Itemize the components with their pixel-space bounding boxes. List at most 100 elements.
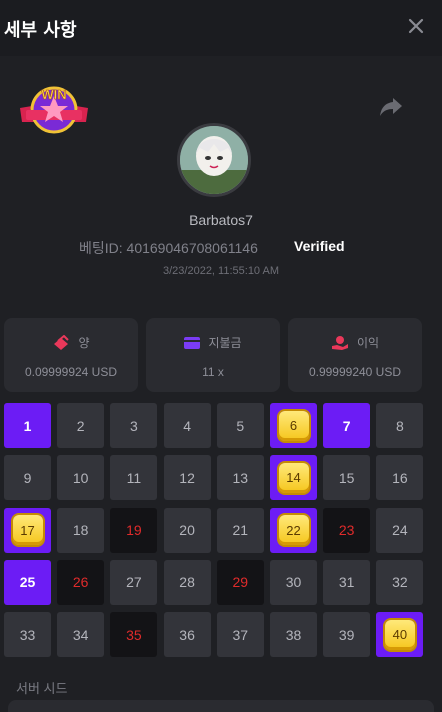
cell-number: 8: [395, 417, 404, 434]
close-icon[interactable]: [404, 14, 428, 38]
cell-number: 15: [338, 469, 355, 486]
keno-cell[interactable]: 33: [4, 612, 51, 658]
modal-title: 세부 사항: [4, 20, 77, 41]
cell-number: 32: [392, 574, 408, 591]
cell-number: 4: [183, 417, 191, 434]
cell-number: 13: [232, 469, 249, 486]
stat-card-payout: 지불금 11 x: [146, 318, 280, 392]
keno-cell[interactable]: 5: [216, 403, 264, 448]
gold-tile-number: 22: [278, 515, 309, 546]
keno-cell[interactable]: 24: [376, 507, 424, 553]
keno-cell[interactable]: 36: [163, 612, 211, 658]
keno-cell[interactable]: 30: [270, 559, 317, 605]
keno-cell[interactable]: 29: [216, 559, 264, 605]
stat-label: 지불금: [208, 336, 242, 350]
keno-cell[interactable]: 13: [216, 455, 264, 501]
keno-cell[interactable]: 7: [323, 403, 371, 448]
cell-number: 3: [129, 417, 138, 434]
cell-number: 18: [72, 522, 89, 539]
cell-number: 29: [232, 574, 249, 591]
keno-cell[interactable]: 27: [110, 559, 158, 605]
cell-number: 26: [72, 574, 89, 591]
keno-cell[interactable]: 38: [270, 612, 317, 658]
cell-number: 16: [392, 469, 408, 486]
stat-card-profit: 이익 0.99999240 USD: [288, 318, 422, 392]
keno-cell[interactable]: 23: [323, 507, 371, 553]
cell-number: 24: [392, 522, 408, 539]
keno-cell[interactable]: 31: [323, 559, 371, 605]
keno-cell[interactable]: 8: [376, 403, 424, 448]
cell-number: 23: [338, 522, 355, 539]
cell-number: 37: [232, 626, 249, 643]
cell-number: 38: [285, 626, 302, 643]
gold-tile-number: 40: [384, 619, 415, 650]
keno-cell[interactable]: 10: [57, 455, 105, 501]
keno-cell[interactable]: 16: [376, 455, 424, 501]
stat-label: 양: [78, 336, 90, 350]
cell-number: 19: [126, 522, 142, 539]
verified-status[interactable]: Verified: [294, 238, 345, 254]
keno-cell[interactable]: 4: [163, 403, 211, 448]
keno-number-grid: 1 2 3 4 5 6 7 8 9 10 11 12 13 14 15 16 17 18 19 20 21 22 23 24 2…: [4, 403, 424, 658]
stat-label: 이익: [356, 336, 380, 350]
keno-cell[interactable]: 14: [270, 455, 317, 501]
cell-number: 11: [126, 469, 142, 486]
keno-cell[interactable]: 1: [4, 403, 51, 448]
cell-number: 36: [179, 626, 195, 643]
cell-number: 1: [23, 417, 32, 434]
keno-cell[interactable]: 3: [110, 403, 158, 448]
cell-number: 33: [19, 626, 36, 643]
username: Barbatos7: [189, 212, 253, 228]
avatar: [177, 123, 251, 197]
gold-tile-number: 14: [278, 462, 309, 493]
cell-number: 35: [126, 626, 142, 643]
keno-cell[interactable]: 40: [376, 612, 424, 658]
keno-cell[interactable]: 12: [163, 455, 211, 501]
avatar-image-icon: [180, 126, 248, 194]
stat-card-amount: 양 0.09999924 USD: [4, 318, 138, 392]
cell-number: 30: [285, 574, 302, 591]
cell-number: 27: [126, 574, 142, 591]
profit-hand-icon: [331, 335, 348, 350]
wallet-icon: [184, 336, 201, 349]
keno-cell[interactable]: 22: [270, 507, 317, 553]
cell-number: 39: [338, 626, 355, 643]
keno-cell[interactable]: 11: [110, 455, 158, 501]
keno-cell[interactable]: 37: [216, 612, 264, 658]
keno-cell[interactable]: 21: [216, 507, 264, 553]
gold-tile-number: 6: [278, 410, 309, 441]
cell-number: 20: [179, 522, 195, 539]
keno-cell[interactable]: 35: [110, 612, 158, 658]
server-seed-field[interactable]: [8, 700, 434, 712]
keno-cell[interactable]: 28: [163, 559, 211, 605]
share-icon[interactable]: [378, 96, 404, 118]
keno-cell[interactable]: 17: [4, 507, 51, 553]
stat-value: 0.09999924 USD: [24, 365, 118, 379]
cell-number: 12: [179, 469, 195, 486]
stat-value: 0.99999240 USD: [308, 365, 402, 379]
keno-cell[interactable]: 26: [57, 559, 105, 605]
cell-number: 10: [72, 469, 89, 486]
keno-cell[interactable]: 18: [57, 507, 105, 553]
coins-icon: [54, 334, 70, 350]
keno-cell[interactable]: 34: [57, 612, 105, 658]
keno-cell[interactable]: 20: [163, 507, 211, 553]
cell-number: 2: [76, 417, 85, 434]
stat-value: 11 x: [202, 365, 224, 379]
keno-cell[interactable]: 39: [323, 612, 371, 658]
cell-number: 25: [19, 574, 36, 591]
keno-cell[interactable]: 25: [4, 559, 51, 605]
modal-header: 세부 사항: [0, 0, 442, 56]
keno-cell[interactable]: 2: [57, 403, 105, 448]
cell-number: 34: [72, 626, 89, 643]
keno-cell[interactable]: 6: [270, 403, 317, 448]
keno-cell[interactable]: 9: [4, 455, 51, 501]
keno-cell[interactable]: 32: [376, 559, 424, 605]
gold-tile-number: 17: [12, 515, 43, 546]
cell-number: 21: [232, 522, 249, 539]
bet-id: 베팅ID: 40169046708061146: [79, 240, 258, 256]
keno-cell[interactable]: 15: [323, 455, 371, 501]
win-badge-icon: WIN: [20, 86, 88, 134]
cell-number: 5: [236, 417, 245, 434]
keno-cell[interactable]: 19: [110, 507, 158, 553]
